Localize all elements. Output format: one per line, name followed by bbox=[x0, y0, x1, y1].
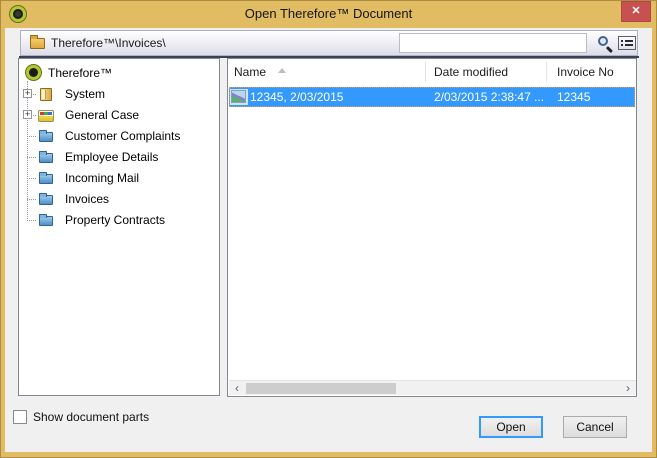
tree-item-label: General Case bbox=[65, 105, 139, 125]
tree-item-property-contracts[interactable]: Property Contracts bbox=[19, 210, 219, 230]
category-tree-pane[interactable]: Therefore™ + System + General Case Custo… bbox=[18, 58, 220, 396]
tree-item-label: Customer Complaints bbox=[65, 126, 180, 146]
blue-folder-icon bbox=[39, 174, 53, 184]
blue-folder-icon bbox=[39, 195, 53, 205]
scroll-right-icon[interactable]: › bbox=[621, 381, 635, 395]
tree-item-therefore-root[interactable]: Therefore™ bbox=[19, 63, 219, 83]
column-header-name[interactable]: Name bbox=[234, 59, 266, 85]
tree-item-label: Employee Details bbox=[65, 147, 158, 167]
tree-item-incoming-mail[interactable]: Incoming Mail bbox=[19, 168, 219, 188]
cell-date-modified: 2/03/2015 2:38:47 ... bbox=[434, 87, 552, 107]
blue-folder-icon bbox=[39, 153, 53, 163]
horizontal-scrollbar[interactable]: ‹ › bbox=[229, 380, 636, 395]
show-document-parts-label[interactable]: Show document parts bbox=[33, 410, 149, 424]
blue-folder-icon bbox=[39, 216, 53, 226]
title-bar[interactable]: Open Therefore™ Document ✕ bbox=[0, 0, 657, 28]
tree-item-invoices[interactable]: Invoices bbox=[19, 189, 219, 209]
tree-item-label: Therefore™ bbox=[48, 63, 112, 83]
blue-folder-icon bbox=[39, 132, 53, 142]
therefore-logo-icon bbox=[26, 65, 41, 80]
search-input[interactable] bbox=[399, 33, 587, 53]
close-button[interactable]: ✕ bbox=[621, 1, 651, 22]
tree-item-system[interactable]: + System bbox=[19, 84, 219, 104]
open-therefore-document-dialog: Open Therefore™ Document ✕ Therefore™\In… bbox=[0, 0, 657, 458]
window-title: Open Therefore™ Document bbox=[0, 0, 657, 28]
sort-ascending-icon bbox=[278, 68, 286, 73]
yellow-folder-icon bbox=[40, 88, 52, 101]
open-button[interactable]: Open bbox=[479, 416, 543, 438]
document-thumbnail-icon bbox=[231, 90, 246, 103]
toolbar: Therefore™\Invoices\ bbox=[20, 30, 638, 56]
cancel-button[interactable]: Cancel bbox=[563, 416, 627, 438]
view-options-button[interactable] bbox=[618, 36, 636, 50]
column-separator[interactable] bbox=[425, 62, 426, 82]
address-path[interactable]: Therefore™\Invoices\ bbox=[51, 31, 166, 55]
column-header-invoice-no[interactable]: Invoice No bbox=[557, 59, 614, 85]
cell-invoice-no: 12345 bbox=[557, 87, 633, 107]
tree-item-general-case[interactable]: + General Case bbox=[19, 105, 219, 125]
expand-plus-icon[interactable]: + bbox=[23, 89, 32, 98]
tree-item-label: System bbox=[65, 84, 105, 104]
scroll-left-icon[interactable]: ‹ bbox=[230, 381, 244, 395]
column-header-date-modified[interactable]: Date modified bbox=[434, 59, 508, 85]
tree-item-label: Invoices bbox=[65, 189, 109, 209]
case-icon bbox=[38, 110, 54, 122]
tree-item-customer-complaints[interactable]: Customer Complaints bbox=[19, 126, 219, 146]
close-icon: ✕ bbox=[631, 5, 640, 17]
show-document-parts-checkbox[interactable] bbox=[13, 410, 27, 424]
search-icon-handle bbox=[606, 46, 613, 53]
list-header: Name Date modified Invoice No bbox=[228, 59, 636, 85]
scrollbar-thumb[interactable] bbox=[246, 383, 396, 394]
cell-name: 12345, 2/03/2015 bbox=[250, 87, 424, 107]
tree-item-label: Property Contracts bbox=[65, 210, 165, 230]
folder-icon bbox=[30, 38, 45, 49]
expand-plus-icon[interactable]: + bbox=[23, 110, 32, 119]
document-row-selected[interactable]: 12345, 2/03/2015 2/03/2015 2:38:47 ... 1… bbox=[229, 87, 635, 107]
document-list-pane[interactable]: Name Date modified Invoice No 12345, 2/0… bbox=[227, 58, 637, 397]
search-button[interactable] bbox=[596, 34, 616, 53]
search-icon bbox=[598, 36, 608, 46]
tree-item-label: Incoming Mail bbox=[65, 168, 139, 188]
column-separator[interactable] bbox=[546, 62, 547, 82]
tree-item-employee-details[interactable]: Employee Details bbox=[19, 147, 219, 167]
